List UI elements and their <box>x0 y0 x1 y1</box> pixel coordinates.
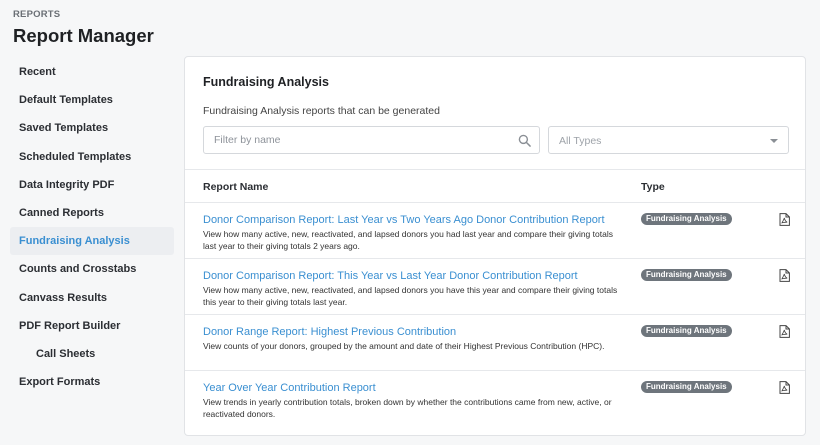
type-badge: Fundraising Analysis <box>641 325 732 337</box>
sidebar: Recent Default Templates Saved Templates… <box>10 58 174 396</box>
sidebar-item-canned-reports[interactable]: Canned Reports <box>10 199 174 227</box>
table-row: Donor Comparison Report: Last Year vs Tw… <box>185 203 805 259</box>
page-header: REPORTS Report Manager <box>13 9 154 47</box>
pdf-icon[interactable] <box>779 381 790 394</box>
card-title: Fundraising Analysis <box>203 75 329 89</box>
type-badge: Fundraising Analysis <box>641 269 732 281</box>
report-description: View how many active, new, reactivated, … <box>203 229 613 251</box>
sidebar-item-data-integrity-pdf[interactable]: Data Integrity PDF <box>10 171 174 199</box>
sidebar-item-export-formats[interactable]: Export Formats <box>10 368 174 396</box>
sidebar-item-canvass-results[interactable]: Canvass Results <box>10 284 174 312</box>
table-header: Report Name Type <box>185 169 805 203</box>
search-icon[interactable] <box>518 134 531 147</box>
report-link[interactable]: Donor Comparison Report: Last Year vs Tw… <box>203 214 605 226</box>
type-select-value: All Types <box>559 135 602 147</box>
type-select[interactable]: All Types <box>548 126 789 154</box>
sidebar-item-pdf-report-builder[interactable]: PDF Report Builder <box>10 312 174 340</box>
report-description: View how many active, new, reactivated, … <box>203 285 618 307</box>
reports-card: Fundraising Analysis Fundraising Analysi… <box>184 56 806 436</box>
report-description: View trends in yearly contribution total… <box>203 397 612 419</box>
sidebar-item-recent[interactable]: Recent <box>10 58 174 86</box>
pdf-icon[interactable] <box>779 213 790 226</box>
sidebar-item-default-templates[interactable]: Default Templates <box>10 86 174 114</box>
type-badge: Fundraising Analysis <box>641 213 732 225</box>
sidebar-item-call-sheets[interactable]: Call Sheets <box>10 340 174 368</box>
sidebar-item-scheduled-templates[interactable]: Scheduled Templates <box>10 143 174 171</box>
report-link[interactable]: Year Over Year Contribution Report <box>203 382 376 394</box>
card-description: Fundraising Analysis reports that can be… <box>203 105 440 117</box>
sidebar-item-saved-templates[interactable]: Saved Templates <box>10 114 174 142</box>
report-link[interactable]: Donor Range Report: Highest Previous Con… <box>203 326 456 338</box>
section-eyebrow: REPORTS <box>13 9 61 20</box>
type-badge: Fundraising Analysis <box>641 381 732 393</box>
sidebar-item-counts-and-crosstabs[interactable]: Counts and Crosstabs <box>10 255 174 283</box>
column-header-type: Type <box>641 181 665 193</box>
filter-input[interactable] <box>203 126 540 154</box>
sidebar-item-fundraising-analysis[interactable]: Fundraising Analysis <box>10 227 174 256</box>
report-description: View counts of your donors, grouped by t… <box>203 341 605 351</box>
report-link[interactable]: Donor Comparison Report: This Year vs La… <box>203 270 578 282</box>
pdf-icon[interactable] <box>779 269 790 282</box>
table-row: Donor Range Report: Highest Previous Con… <box>185 315 805 371</box>
chevron-down-icon <box>770 139 778 143</box>
table-row: Donor Comparison Report: This Year vs La… <box>185 259 805 315</box>
table-row: Year Over Year Contribution Report View … <box>185 371 805 427</box>
pdf-icon[interactable] <box>779 325 790 338</box>
column-header-report-name: Report Name <box>203 181 269 193</box>
page-title: Report Manager <box>13 25 154 46</box>
